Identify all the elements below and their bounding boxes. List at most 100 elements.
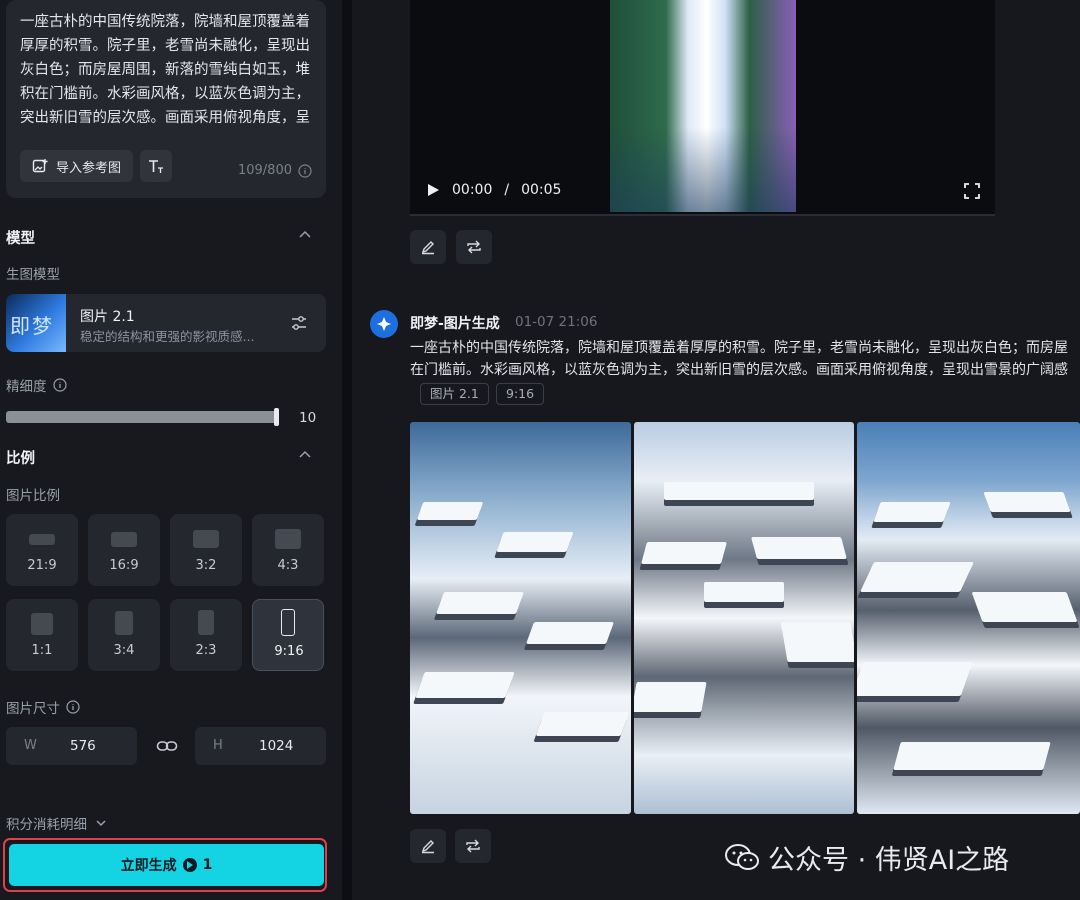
char-counter: 109/800 bbox=[238, 163, 312, 178]
model-tag: 图片 2.1 bbox=[420, 383, 489, 405]
ratio-label: 4:3 bbox=[277, 558, 299, 573]
ratio-label: 3:4 bbox=[113, 643, 135, 658]
ratio-label: 21:9 bbox=[27, 558, 57, 573]
ratio-label: 2:3 bbox=[195, 643, 217, 658]
snow-roof bbox=[873, 502, 951, 522]
model-sub-label-text: 生图模型 bbox=[6, 267, 60, 283]
play-icon[interactable] bbox=[426, 183, 440, 197]
link-icon[interactable] bbox=[156, 738, 178, 754]
info-icon[interactable] bbox=[66, 700, 80, 714]
precision-value: 10 bbox=[299, 410, 317, 426]
snow-roof bbox=[780, 622, 854, 662]
panel-divider[interactable] bbox=[342, 0, 352, 900]
model-selector[interactable]: 即梦 图片 2.1 稳定的结构和更强的影视质感... bbox=[6, 294, 326, 352]
ratio-option-21-9[interactable]: 21:9 bbox=[6, 514, 78, 586]
height-value[interactable]: 1024 bbox=[259, 738, 293, 754]
ratio-option-3-4[interactable]: 3:4 bbox=[88, 599, 160, 671]
chevron-down-icon bbox=[96, 820, 106, 827]
import-reference-button[interactable]: 导入参考图 bbox=[20, 150, 134, 182]
snow-roof bbox=[664, 482, 814, 500]
height-key: H bbox=[213, 738, 223, 753]
info-icon[interactable] bbox=[52, 378, 67, 392]
regenerate-button[interactable] bbox=[456, 230, 492, 264]
text-format-icon bbox=[149, 160, 163, 173]
ratio-shape bbox=[275, 529, 301, 549]
width-key: W bbox=[24, 738, 37, 753]
edit-button[interactable] bbox=[410, 230, 446, 264]
generate-label: 立即生成 bbox=[120, 858, 177, 874]
height-field[interactable]: H 1024 bbox=[195, 727, 326, 765]
info-icon[interactable] bbox=[298, 163, 312, 178]
credit-icon bbox=[182, 858, 197, 872]
snow-roof bbox=[641, 542, 727, 564]
ratio-label: 1:1 bbox=[31, 643, 53, 658]
ratio-option-3-2[interactable]: 3:2 bbox=[170, 514, 242, 586]
model-thumb-text: 即梦 bbox=[10, 314, 54, 338]
snow-roof bbox=[983, 492, 1071, 512]
snow-roof bbox=[634, 682, 707, 712]
snow-roof bbox=[857, 662, 974, 696]
watermark: 公众号 · 伟贤AI之路 bbox=[724, 838, 1009, 877]
chevron-up-icon[interactable] bbox=[298, 230, 312, 240]
fullscreen-icon[interactable] bbox=[964, 183, 980, 199]
model-name: 图片 2.1 bbox=[80, 309, 135, 325]
video-controls: 00:00 / 00:05 bbox=[426, 182, 561, 198]
snow-roof bbox=[704, 582, 784, 602]
watermark-text: 公众号 · 伟贤AI之路 bbox=[768, 845, 1010, 876]
ratio-sub-label-text: 图片比例 bbox=[6, 488, 60, 504]
ratio-label: 9:16 bbox=[274, 644, 304, 659]
ratio-label: 3:2 bbox=[195, 558, 217, 573]
regenerate-button[interactable] bbox=[455, 829, 491, 863]
width-value[interactable]: 576 bbox=[70, 738, 96, 754]
model-thumbnail: 即梦 bbox=[6, 294, 66, 352]
generation-title: 即梦-图片生成 bbox=[410, 316, 500, 332]
video-current-time: 00:00 bbox=[452, 182, 493, 198]
ratio-label: 16:9 bbox=[109, 558, 139, 573]
generation-prompt-line: 一座古朴的中国传统院落，院墙和屋顶覆盖着厚厚的积雪。院子里，老雪尚未融化，呈现出… bbox=[410, 340, 1068, 356]
ratio-shape bbox=[111, 532, 137, 547]
prompt-textarea[interactable]: 一座古朴的中国传统院落，院墙和屋顶覆盖着厚厚的积雪。院子里，老雪尚未融化，呈现出… bbox=[20, 10, 312, 130]
cost-details-toggle[interactable]: 积分消耗明细 bbox=[6, 813, 107, 833]
video-time-sep: / bbox=[504, 182, 510, 198]
pencil-icon bbox=[421, 241, 434, 255]
snow-roof bbox=[416, 502, 484, 520]
ratio-shape bbox=[281, 609, 295, 636]
precision-slider-handle[interactable] bbox=[274, 408, 279, 426]
snow-roof bbox=[496, 532, 574, 552]
sliders-icon[interactable] bbox=[290, 314, 308, 332]
chevron-up-icon[interactable] bbox=[298, 450, 312, 460]
video-player[interactable]: 00:00 / 00:05 bbox=[410, 0, 995, 216]
ratio-shape bbox=[29, 534, 55, 545]
edit-button[interactable] bbox=[410, 829, 446, 863]
precision-slider-track[interactable] bbox=[6, 411, 278, 423]
model-description: 稳定的结构和更强的影视质感... bbox=[80, 329, 255, 344]
ratio-tag: 9:16 bbox=[496, 383, 545, 405]
ratio-shape bbox=[115, 611, 133, 635]
ratio-option-2-3[interactable]: 2:3 bbox=[170, 599, 242, 671]
prompt-box[interactable]: 一座古朴的中国传统院落，院墙和屋顶覆盖着厚厚的积雪。院子里，老雪尚未融化，呈现出… bbox=[6, 0, 326, 198]
snow-roof bbox=[971, 592, 1078, 622]
generated-image-2[interactable] bbox=[634, 422, 854, 814]
ratio-option-1-1[interactable]: 1:1 bbox=[6, 599, 78, 671]
char-counter-text: 109/800 bbox=[237, 163, 292, 178]
generate-button[interactable]: 立即生成 1 bbox=[9, 844, 324, 886]
settings-panel: 一座古朴的中国传统院落，院墙和屋顶覆盖着厚厚的积雪。院子里，老雪尚未融化，呈现出… bbox=[0, 0, 342, 900]
repeat-icon bbox=[467, 240, 481, 254]
precision-label-text: 精细度 bbox=[6, 379, 47, 395]
cost-details-label: 积分消耗明细 bbox=[6, 817, 87, 833]
snow-roof bbox=[860, 562, 974, 592]
image-add-icon bbox=[32, 159, 48, 173]
ratio-option-16-9[interactable]: 16:9 bbox=[88, 514, 160, 586]
text-format-button[interactable] bbox=[140, 150, 172, 182]
ratio-option-4-3[interactable]: 4:3 bbox=[252, 514, 324, 586]
repeat-icon bbox=[466, 839, 480, 853]
ratio-option-9-16[interactable]: 9:16 bbox=[252, 599, 324, 671]
video-frame-waterfall bbox=[610, 0, 796, 212]
width-field[interactable]: W 576 bbox=[6, 727, 137, 765]
generated-image-1[interactable] bbox=[410, 422, 631, 814]
snow-roof bbox=[415, 672, 515, 698]
model-sub-label: 生图模型 bbox=[6, 263, 60, 283]
generation-prompt: 一座古朴的中国传统院落，院墙和屋顶覆盖着厚厚的积雪。院子里，老雪尚未融化，呈现出… bbox=[410, 337, 1080, 381]
snow-roof bbox=[893, 742, 1051, 770]
generated-image-3[interactable] bbox=[857, 422, 1080, 814]
